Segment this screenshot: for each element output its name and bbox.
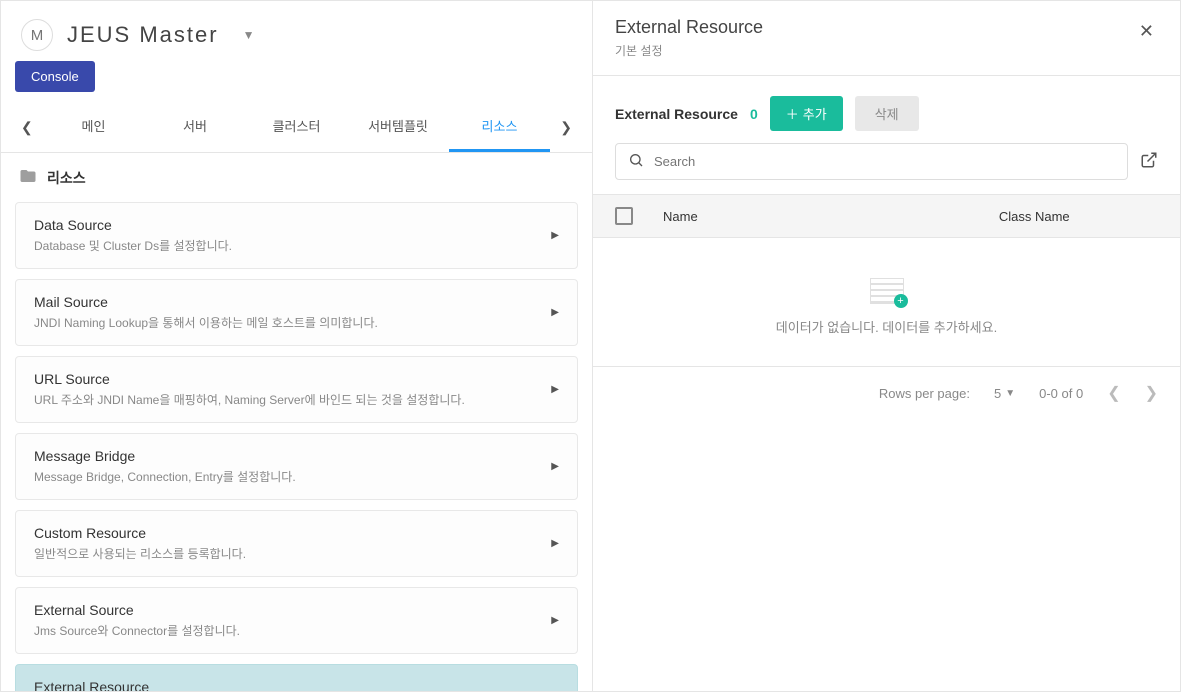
search-box[interactable] [615,143,1128,180]
chevron-right-icon: ▶ [551,615,559,626]
resource-item-desc: JNDI Naming Lookup을 통해서 이용하는 메일 호스트를 의미합… [34,314,551,331]
empty-state-icon: + [870,278,904,304]
chevron-right-icon: ▶ [551,230,559,241]
empty-state-text: 데이터가 없습니다. 데이터를 추가하세요. [593,317,1180,336]
tab-scroll-right-icon[interactable]: ❯ [550,109,582,146]
detail-subtitle: 기본 설정 [615,42,763,59]
caret-down-icon: ▼ [1005,388,1015,399]
resource-section-title: 리소스 [47,168,86,188]
resource-item-desc: Message Bridge, Connection, Entry를 설정합니다… [34,468,551,485]
folder-icon [19,167,37,188]
resource-item-desc: 일반적으로 사용되는 리소스를 등록합니다. [34,545,551,562]
chevron-right-icon: ▶ [551,384,559,395]
resource-item-title: Data Source [34,217,551,233]
resource-item-title: External Resource [34,679,551,691]
resource-item-5[interactable]: External Source Jms Source와 Connector를 설정… [15,587,578,654]
detail-title: External Resource [615,17,763,38]
resource-item-desc: Jms Source와 Connector를 설정합니다. [34,622,551,639]
resource-item-desc: URL 주소와 JNDI Name을 매핑하여, Naming Server에 … [34,391,551,408]
plus-icon: ＋ [786,104,799,123]
column-header-class-name[interactable]: Class Name [911,209,1159,224]
resource-item-title: Message Bridge [34,448,551,464]
resource-item-title: Custom Resource [34,525,551,541]
tab-0[interactable]: 메인 [43,102,145,152]
tab-3[interactable]: 서버템플릿 [347,102,449,152]
page-size-value: 5 [994,386,1001,401]
chevron-right-icon: ▶ [551,538,559,549]
resource-item-title: URL Source [34,371,551,387]
chevron-right-icon: ▶ [551,461,559,472]
delete-button[interactable]: 삭제 [855,96,919,131]
resource-item-3[interactable]: Message Bridge Message Bridge, Connection… [15,433,578,500]
page-range: 0-0 of 0 [1039,386,1083,401]
add-button-label: 추가 [803,104,827,123]
resource-item-0[interactable]: Data Source Database 및 Cluster Ds를 설정합니다.… [15,202,578,269]
select-all-checkbox[interactable] [615,207,633,225]
resource-item-6[interactable]: External Resource도메인 내에서 사용될 외부 리소스에 대한 … [15,664,578,691]
app-title: JEUS Master [67,22,219,48]
tab-1[interactable]: 서버 [144,102,246,152]
rows-per-page-label: Rows per page: [879,386,970,401]
resource-item-1[interactable]: Mail Source JNDI Naming Lookup을 통해서 이용하는 … [15,279,578,346]
next-page-icon[interactable]: ❯ [1145,383,1158,403]
resource-count-label: External Resource [615,106,738,122]
tab-scroll-left-icon[interactable]: ❮ [11,109,43,146]
search-input[interactable] [654,154,1115,169]
page-size-selector[interactable]: 5 ▼ [994,386,1015,401]
prev-page-icon[interactable]: ❮ [1107,383,1120,403]
popout-icon[interactable] [1140,151,1158,172]
console-button[interactable]: Console [15,61,95,92]
resource-count-value: 0 [750,106,758,122]
resource-item-4[interactable]: Custom Resource 일반적으로 사용되는 리소스를 등록합니다.▶ [15,510,578,577]
search-icon [628,152,644,171]
resource-item-title: External Source [34,602,551,618]
tab-2[interactable]: 클러스터 [246,102,348,152]
resource-item-title: Mail Source [34,294,551,310]
close-icon[interactable]: ✕ [1135,17,1158,46]
chevron-right-icon: ▶ [551,307,559,318]
add-button[interactable]: ＋ 추가 [770,96,843,131]
column-header-name[interactable]: Name [663,209,911,224]
resource-item-desc: Database 및 Cluster Ds를 설정합니다. [34,237,551,254]
caret-down-icon[interactable]: ▼ [243,28,255,42]
avatar[interactable]: M [21,19,53,51]
tab-4[interactable]: 리소스 [449,102,551,152]
resource-item-2[interactable]: URL Source URL 주소와 JNDI Name을 매핑하여, Namin… [15,356,578,423]
